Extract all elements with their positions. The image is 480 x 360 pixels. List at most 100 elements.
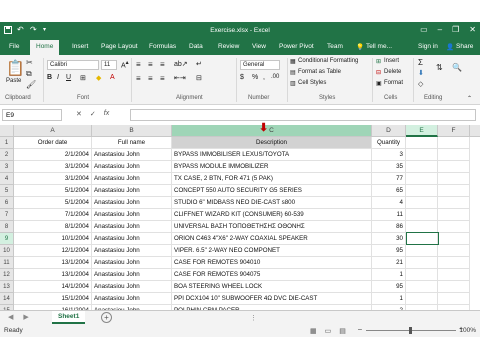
- tell-me-box[interactable]: Tell me...: [366, 43, 392, 50]
- tab-file[interactable]: File: [9, 43, 19, 50]
- cell-order-date[interactable]: 7/1/2004: [14, 209, 92, 221]
- cell-quantity[interactable]: 4: [372, 197, 406, 209]
- orientation-icon[interactable]: ab↗: [174, 60, 188, 68]
- empty-cell[interactable]: [438, 185, 470, 197]
- cell-full-name[interactable]: Anastasiou John: [92, 209, 172, 221]
- cell-description[interactable]: TX CASE, 2 BTN, FOR 471 (5 PAK): [172, 173, 372, 185]
- active-cell-selection[interactable]: [406, 232, 439, 245]
- cell-description[interactable]: BYPASS IMMOBILISER LEXUS/TOYOTA: [172, 149, 372, 161]
- next-sheet-icon[interactable]: ▶: [23, 313, 28, 321]
- align-right-icon[interactable]: ≡: [160, 74, 165, 83]
- empty-cell[interactable]: [406, 281, 438, 293]
- align-center-icon[interactable]: ≡: [148, 74, 153, 83]
- zoom-slider-knob[interactable]: [409, 327, 412, 334]
- cell-quantity[interactable]: 86: [372, 221, 406, 233]
- cell-styles-button[interactable]: Cell Styles: [298, 80, 326, 86]
- font-name-dropdown[interactable]: Calibri: [47, 60, 99, 70]
- merge-center-icon[interactable]: ⊟: [196, 74, 202, 82]
- header-full-name[interactable]: Full name: [92, 137, 172, 149]
- empty-cell[interactable]: [438, 233, 470, 245]
- percent-style-icon[interactable]: %: [252, 74, 258, 81]
- zoom-level[interactable]: 100%: [459, 327, 476, 334]
- cell-description[interactable]: BYPASS MODULE IMMOBILIZER: [172, 161, 372, 173]
- empty-cell[interactable]: [438, 173, 470, 185]
- format-cells-button[interactable]: Format: [384, 80, 403, 86]
- cell-description[interactable]: UNIVERSAL ΒΑΣΗ ΤΟΠΟΘΕΤΗΣΗΣ ΟΘΟΝΗΣ: [172, 221, 372, 233]
- cell-full-name[interactable]: Anastasiou John: [92, 173, 172, 185]
- share-button[interactable]: Share: [456, 43, 473, 50]
- cell-order-date[interactable]: 8/1/2004: [14, 221, 92, 233]
- cell-quantity[interactable]: 65: [372, 185, 406, 197]
- row-header[interactable]: 13: [0, 281, 14, 293]
- align-middle-icon[interactable]: ≡: [148, 60, 153, 69]
- conditional-formatting-button[interactable]: Conditional Formatting: [298, 58, 358, 64]
- empty-cell[interactable]: [438, 281, 470, 293]
- cell-order-date[interactable]: 12/1/2004: [14, 245, 92, 257]
- cell-order-date[interactable]: 14/1/2004: [14, 281, 92, 293]
- tab-page-layout[interactable]: Page Layout: [101, 43, 138, 50]
- page-layout-view-icon[interactable]: ▭: [325, 327, 332, 335]
- number-format-dropdown[interactable]: General: [240, 60, 280, 70]
- decimal-icon[interactable]: .00: [271, 74, 279, 80]
- row-header[interactable]: 8: [0, 221, 14, 233]
- cut-icon[interactable]: ✂: [26, 58, 33, 67]
- row-header[interactable]: 3: [0, 161, 14, 173]
- select-all-corner[interactable]: [0, 125, 14, 137]
- autosum-icon[interactable]: Σ: [418, 58, 423, 67]
- cell-full-name[interactable]: Anastasiou John: [92, 245, 172, 257]
- copy-icon[interactable]: ⧉: [26, 69, 32, 79]
- cell-description[interactable]: CONCEPT 550 AUTO SECURITY G5 SERIES: [172, 185, 372, 197]
- zoom-out-icon[interactable]: –: [358, 326, 362, 333]
- empty-cell[interactable]: [406, 161, 438, 173]
- column-header-a[interactable]: A: [14, 125, 92, 137]
- cell-description[interactable]: CASE FOR REMOTES 904075: [172, 269, 372, 281]
- cell-full-name[interactable]: Anastasiou John: [92, 185, 172, 197]
- tab-review[interactable]: Review: [218, 43, 239, 50]
- cell-description[interactable]: ORION C463 4"X6" 2-WAY COAXIAL SPEAKER: [172, 233, 372, 245]
- fill-color-icon[interactable]: ◆: [96, 74, 101, 82]
- empty-cell[interactable]: [406, 173, 438, 185]
- column-header-e[interactable]: E: [406, 125, 438, 137]
- row-header[interactable]: 12: [0, 269, 14, 281]
- name-box[interactable]: E9: [2, 109, 62, 121]
- ribbon-display-options-icon[interactable]: ▭: [420, 25, 428, 34]
- cell-quantity[interactable]: 1: [372, 269, 406, 281]
- tab-team[interactable]: Team: [327, 43, 343, 50]
- cell-full-name[interactable]: Anastasiou John: [92, 197, 172, 209]
- cell-order-date[interactable]: 13/1/2004: [14, 269, 92, 281]
- cell-quantity[interactable]: 11: [372, 209, 406, 221]
- tab-formulas[interactable]: Formulas: [149, 43, 176, 50]
- cell-quantity[interactable]: 77: [372, 173, 406, 185]
- cell-full-name[interactable]: Anastasiou John: [92, 269, 172, 281]
- cell-order-date[interactable]: 5/1/2004: [14, 197, 92, 209]
- cell-quantity[interactable]: 30: [372, 233, 406, 245]
- cell-full-name[interactable]: Anastasiou John: [92, 149, 172, 161]
- row-header[interactable]: 14: [0, 293, 14, 305]
- cell-full-name[interactable]: Anastasiou John: [92, 221, 172, 233]
- align-left-icon[interactable]: ≡: [136, 74, 141, 83]
- normal-view-icon[interactable]: ▦: [310, 327, 317, 335]
- cell-quantity[interactable]: 35: [372, 161, 406, 173]
- cell-full-name[interactable]: Anastasiou John: [92, 293, 172, 305]
- row-header[interactable]: 2: [0, 149, 14, 161]
- font-color-icon[interactable]: A: [110, 74, 115, 81]
- row-header[interactable]: 7: [0, 209, 14, 221]
- cell-order-date[interactable]: 10/1/2004: [14, 233, 92, 245]
- tab-split-handle-icon[interactable]: ⋮: [250, 314, 257, 322]
- row-header[interactable]: 10: [0, 245, 14, 257]
- column-header-b[interactable]: B: [92, 125, 172, 137]
- share-icon[interactable]: 👤: [446, 43, 454, 51]
- clear-icon[interactable]: ◇: [418, 80, 423, 88]
- insert-cells-button[interactable]: Insert: [384, 58, 399, 64]
- empty-cell[interactable]: [438, 221, 470, 233]
- empty-cell[interactable]: [406, 197, 438, 209]
- grow-font-icon[interactable]: A▴: [121, 60, 129, 69]
- row-header[interactable]: 9: [0, 233, 14, 245]
- font-size-dropdown[interactable]: 11: [101, 60, 117, 70]
- formula-input[interactable]: [130, 109, 476, 121]
- accounting-format-icon[interactable]: $: [240, 74, 244, 81]
- row-header[interactable]: 11: [0, 257, 14, 269]
- minimize-icon[interactable]: –: [438, 25, 442, 34]
- tab-insert[interactable]: Insert: [72, 43, 88, 50]
- cell-quantity[interactable]: 95: [372, 245, 406, 257]
